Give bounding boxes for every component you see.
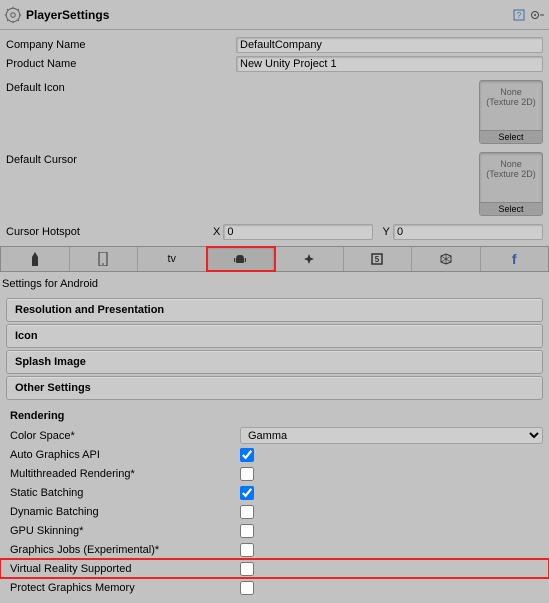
graphics-jobs-label: Graphics Jobs (Experimental)* [10, 544, 240, 556]
dynamic-batch-checkbox[interactable] [240, 505, 254, 519]
static-batch-label: Static Batching [10, 487, 240, 499]
section-icon[interactable]: Icon [6, 324, 543, 348]
svg-text:5: 5 [375, 255, 380, 264]
texture-type-text: (Texture 2D) [480, 169, 542, 179]
default-icon-select-button[interactable]: Select [480, 130, 542, 143]
product-name-field[interactable] [236, 56, 543, 72]
hotspot-x-label: X [210, 226, 224, 238]
dynamic-batch-label: Dynamic Batching [10, 506, 240, 518]
settings-menu-icon[interactable] [529, 7, 545, 23]
hotspot-y-field[interactable] [393, 224, 543, 240]
protect-mem-label: Protect Graphics Memory [10, 582, 240, 594]
default-cursor-slot[interactable]: None (Texture 2D) Select [479, 152, 543, 216]
platform-tabs: tv 5 f [0, 246, 549, 272]
texture-none-text: None [480, 87, 542, 97]
hotspot-x-field[interactable] [223, 224, 373, 240]
auto-graphics-label: Auto Graphics API [10, 449, 240, 461]
gpu-skin-label: GPU Skinning* [10, 525, 240, 537]
settings-for-label: Settings for Android [0, 272, 549, 296]
tab-ios[interactable] [70, 247, 139, 271]
tab-webgl[interactable]: 5 [344, 247, 413, 271]
static-batch-checkbox[interactable] [240, 486, 254, 500]
default-cursor-select-button[interactable]: Select [480, 202, 542, 215]
gear-icon [4, 6, 22, 24]
graphics-jobs-checkbox[interactable] [240, 543, 254, 557]
gpu-skin-checkbox[interactable] [240, 524, 254, 538]
default-icon-slot[interactable]: None (Texture 2D) Select [479, 80, 543, 144]
page-title: PlayerSettings [26, 8, 109, 22]
product-name-label: Product Name [6, 58, 236, 70]
multithreaded-checkbox[interactable] [240, 467, 254, 481]
cursor-hotspot-label: Cursor Hotspot [6, 226, 210, 238]
rendering-heading: Rendering [0, 402, 549, 426]
default-icon-label: Default Icon [6, 80, 236, 94]
protect-mem-checkbox[interactable] [240, 581, 254, 595]
section-splash[interactable]: Splash Image [6, 350, 543, 374]
auto-graphics-checkbox[interactable] [240, 448, 254, 462]
tab-samsungtv[interactable] [412, 247, 481, 271]
svg-text:?: ? [517, 11, 522, 20]
default-cursor-label: Default Cursor [6, 152, 236, 166]
color-space-field[interactable]: Gamma [240, 427, 543, 444]
multithreaded-label: Multithreaded Rendering* [10, 468, 240, 480]
inspector-titlebar: PlayerSettings ? [0, 0, 549, 30]
help-icon[interactable]: ? [511, 7, 527, 23]
tab-tvos[interactable]: tv [138, 247, 207, 271]
section-other[interactable]: Other Settings [6, 376, 543, 400]
tab-tizen[interactable] [275, 247, 344, 271]
texture-type-text: (Texture 2D) [480, 97, 542, 107]
tab-android[interactable] [207, 247, 276, 271]
hotspot-y-label: Y [379, 226, 393, 238]
vr-supported-checkbox[interactable] [240, 562, 254, 576]
vr-supported-label: Virtual Reality Supported [10, 563, 240, 575]
company-name-field[interactable] [236, 37, 543, 53]
tab-facebook[interactable]: f [481, 247, 549, 271]
tab-standalone[interactable] [1, 247, 70, 271]
section-resolution[interactable]: Resolution and Presentation [6, 298, 543, 322]
color-space-label: Color Space* [10, 430, 240, 442]
texture-none-text: None [480, 159, 542, 169]
company-name-label: Company Name [6, 39, 236, 51]
